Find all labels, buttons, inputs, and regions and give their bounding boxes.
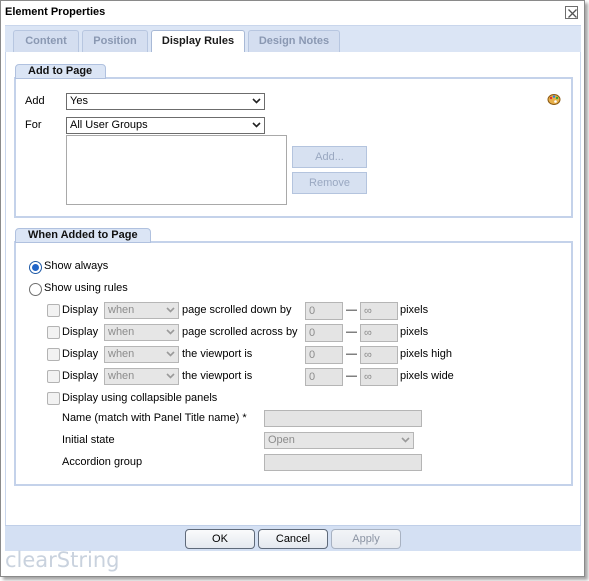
rule-unit: pixels high [400,348,452,360]
for-select[interactable]: All User Groups [66,117,265,134]
rule-label: Display [62,304,99,316]
panel-name-label: Name (match with Panel Title name) * [62,412,247,424]
chevron-down-icon [166,351,175,357]
brand-logo: clearString [5,548,120,572]
show-always-label[interactable]: Show always [44,260,108,272]
for-label: For [25,119,42,131]
rule-checkbox[interactable] [47,304,60,317]
rule-unit: pixels [400,304,429,316]
rule-label: Display [62,326,99,338]
range-dash: — [346,304,357,316]
range-dash: — [346,348,357,360]
show-always-radio[interactable] [29,261,42,274]
initial-state-label: Initial state [62,434,115,446]
initial-state-select[interactable]: Open [264,432,414,449]
rule-description: the viewport is [182,370,253,382]
rule-condition-value: when [108,370,135,382]
dialog-title: Element Properties [5,6,106,18]
title-bar: Element Properties [1,1,584,25]
tab-content[interactable]: Content [13,30,79,53]
apply-button[interactable]: Apply [331,529,401,549]
initial-state-value: Open [268,434,295,446]
rule-condition-value: when [108,348,135,360]
show-using-rules-label[interactable]: Show using rules [44,282,128,294]
add-button[interactable]: Add... [292,146,367,168]
rule-label: Display [62,348,99,360]
when-added-legend: When Added to Page [15,228,151,243]
rule-condition-select[interactable]: when [104,368,179,385]
chevron-down-icon [166,329,175,335]
close-icon[interactable] [565,6,578,19]
rule-label: Display [62,370,99,382]
rule-from-input[interactable]: 0 [305,302,343,320]
rule-to-input[interactable]: ∞ [360,368,398,386]
range-dash: — [346,370,357,382]
ok-button[interactable]: OK [185,529,255,549]
tab-display-rules[interactable]: Display Rules [151,30,245,54]
rule-checkbox[interactable] [47,326,60,339]
chevron-down-icon [401,437,410,443]
cancel-button[interactable]: Cancel [258,529,328,549]
chevron-down-icon [252,98,261,104]
rule-condition-select[interactable]: when [104,302,179,319]
add-to-page-section: Add Yes For All User Groups Add... Remov… [14,77,573,218]
show-using-rules-radio[interactable] [29,283,42,296]
for-select-value: All User Groups [70,119,148,131]
panel-name-input[interactable] [264,410,422,427]
collapsible-panels-label: Display using collapsible panels [62,392,218,404]
rule-condition-value: when [108,304,135,316]
tab-design-notes[interactable]: Design Notes [248,30,340,53]
tab-position[interactable]: Position [82,30,148,53]
rule-description: page scrolled across by [182,326,298,338]
tab-panel: Add Yes For All User Groups Add... Remov… [5,52,581,525]
rule-description: the viewport is [182,348,253,360]
add-to-page-legend: Add to Page [15,64,106,79]
add-select[interactable]: Yes [66,93,265,110]
rule-to-input[interactable]: ∞ [360,346,398,364]
tab-bar: Content Position Display Rules Design No… [5,25,581,54]
accordion-group-label: Accordion group [62,456,143,468]
rule-description: page scrolled down by [182,304,292,316]
rule-condition-select[interactable]: when [104,324,179,341]
add-label: Add [25,95,45,107]
tab-label: Content [25,35,67,47]
chevron-down-icon [166,307,175,313]
element-properties-dialog: Element Properties Content Position Disp… [0,0,585,577]
rule-condition-select[interactable]: when [104,346,179,363]
rule-from-input[interactable]: 0 [305,324,343,342]
rule-condition-value: when [108,326,135,338]
rule-checkbox[interactable] [47,370,60,383]
rule-unit: pixels wide [400,370,454,382]
chevron-down-icon [252,122,261,128]
when-added-section: Show always Show using rules Display whe… [14,241,573,486]
tab-label: Position [93,35,137,47]
accordion-group-input[interactable] [264,454,422,471]
chevron-down-icon [166,373,175,379]
user-groups-listbox[interactable] [66,135,287,205]
add-select-value: Yes [70,95,88,107]
tab-label: Design Notes [258,35,330,47]
rule-from-input[interactable]: 0 [305,368,343,386]
remove-button[interactable]: Remove [292,172,367,194]
rule-from-input[interactable]: 0 [305,346,343,364]
tab-label: Display Rules [161,35,235,47]
palette-icon[interactable] [547,93,561,106]
collapsible-panels-checkbox[interactable] [47,392,60,405]
range-dash: — [346,326,357,338]
rule-to-input[interactable]: ∞ [360,324,398,342]
rule-unit: pixels [400,326,429,338]
rule-checkbox[interactable] [47,348,60,361]
rule-to-input[interactable]: ∞ [360,302,398,320]
